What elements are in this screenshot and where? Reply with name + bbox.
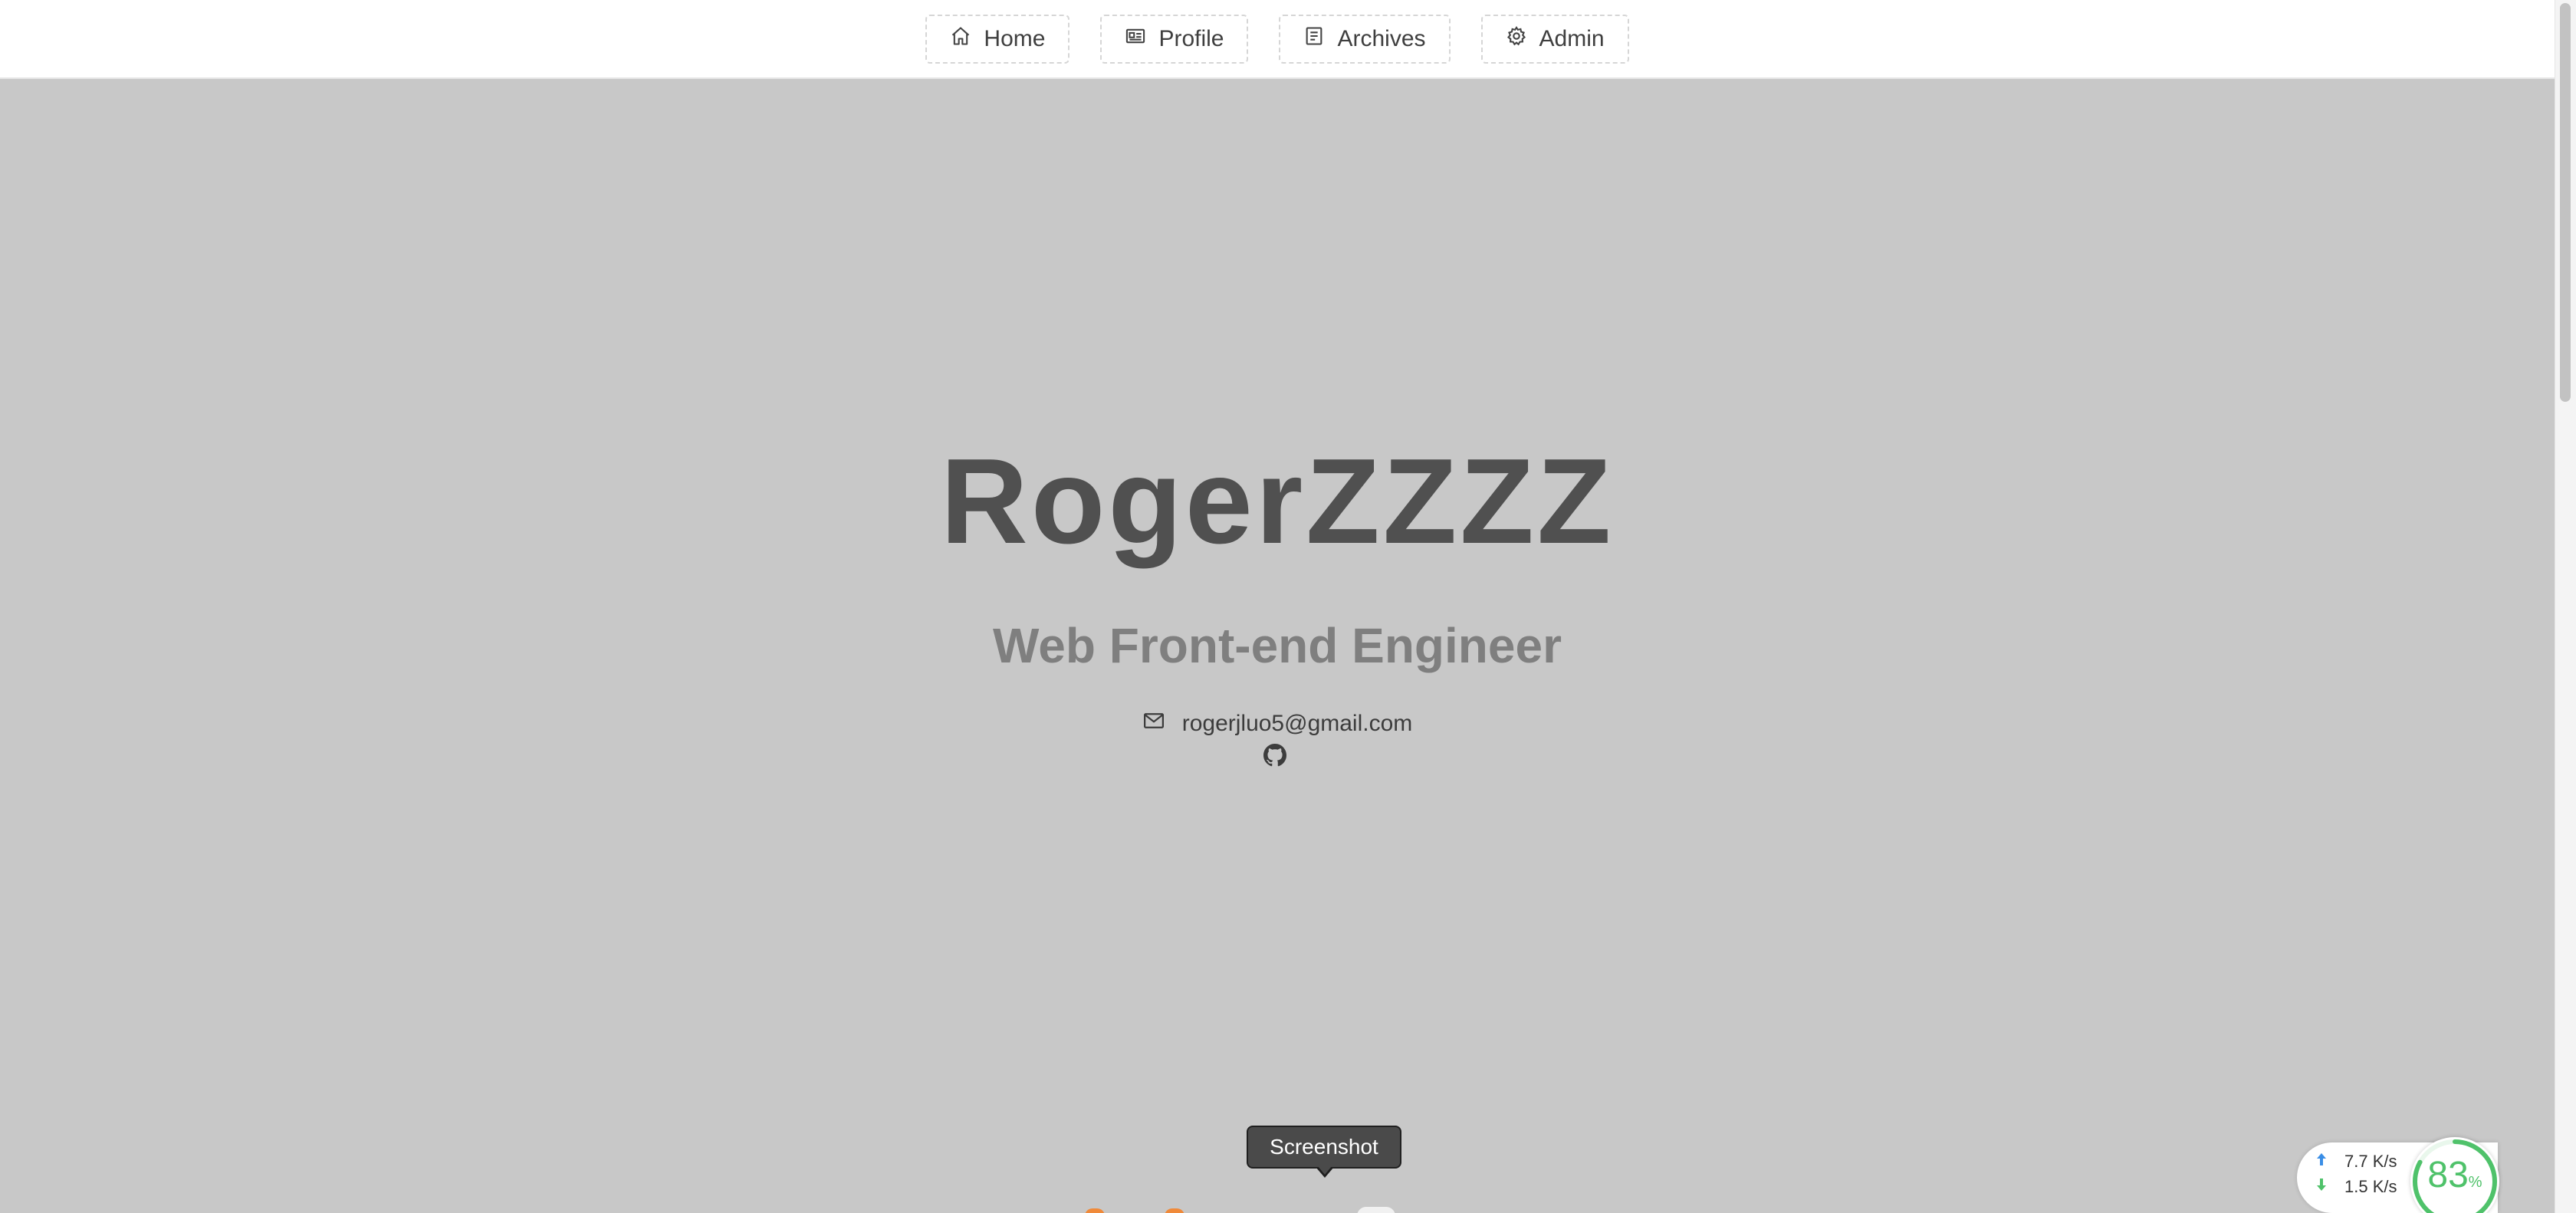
arrow-up-icon (2314, 1152, 2329, 1172)
email-contact[interactable]: rogerjluo5@gmail.com (0, 709, 2555, 738)
email-text[interactable]: rogerjluo5@gmail.com (1182, 711, 1413, 737)
github-icon[interactable] (1263, 744, 1286, 767)
nav-archives-button[interactable]: Archives (1279, 14, 1451, 64)
screenshot-tooltip: Screenshot (1247, 1126, 1401, 1169)
vertical-scrollbar[interactable] (2555, 0, 2576, 1213)
dock-item-orange[interactable] (1085, 1205, 1184, 1213)
dock-item-orange-left (1085, 1208, 1105, 1213)
nav-profile-label: Profile (1158, 25, 1224, 51)
gauge-percent: 83% (2410, 1157, 2499, 1194)
scrollbar-thumb[interactable] (2560, 3, 2571, 402)
top-navigation: Home Profile Archives Admin (0, 0, 2555, 79)
download-row: 1.5 K/s (2314, 1177, 2397, 1197)
gauge-percent-value: 83 (2427, 1155, 2469, 1195)
nav-home-label: Home (984, 25, 1046, 51)
id-card-icon (1125, 25, 1146, 53)
nav-profile-button[interactable]: Profile (1100, 14, 1249, 64)
home-icon (950, 25, 971, 53)
site-title: RogerZZZZ (940, 434, 1615, 569)
nav-home-button[interactable]: Home (925, 14, 1070, 64)
tooltip-arrow-inner (1318, 1166, 1332, 1175)
document-icon (1303, 25, 1325, 53)
memory-gauge[interactable]: 83% (2410, 1137, 2499, 1213)
site-subtitle: Web Front-end Engineer (993, 618, 1562, 673)
mail-icon (1142, 709, 1165, 738)
nav-admin-button[interactable]: Admin (1480, 14, 1629, 64)
download-speed: 1.5 K/s (2344, 1177, 2397, 1196)
nav-admin-label: Admin (1539, 25, 1605, 51)
nav-archives-label: Archives (1337, 25, 1426, 51)
tooltip-text: Screenshot (1270, 1135, 1378, 1159)
gear-icon (1506, 25, 1527, 53)
dock-item-white[interactable] (1357, 1207, 1395, 1213)
dock-item-orange-right (1165, 1208, 1184, 1213)
upload-row: 7.7 K/s (2314, 1152, 2397, 1172)
hero-section: RogerZZZZ Web Front-end Engineer rogerjl… (0, 81, 2555, 1213)
arrow-down-icon (2314, 1177, 2329, 1197)
upload-speed: 7.7 K/s (2344, 1152, 2397, 1171)
gauge-percent-unit: % (2468, 1174, 2482, 1191)
